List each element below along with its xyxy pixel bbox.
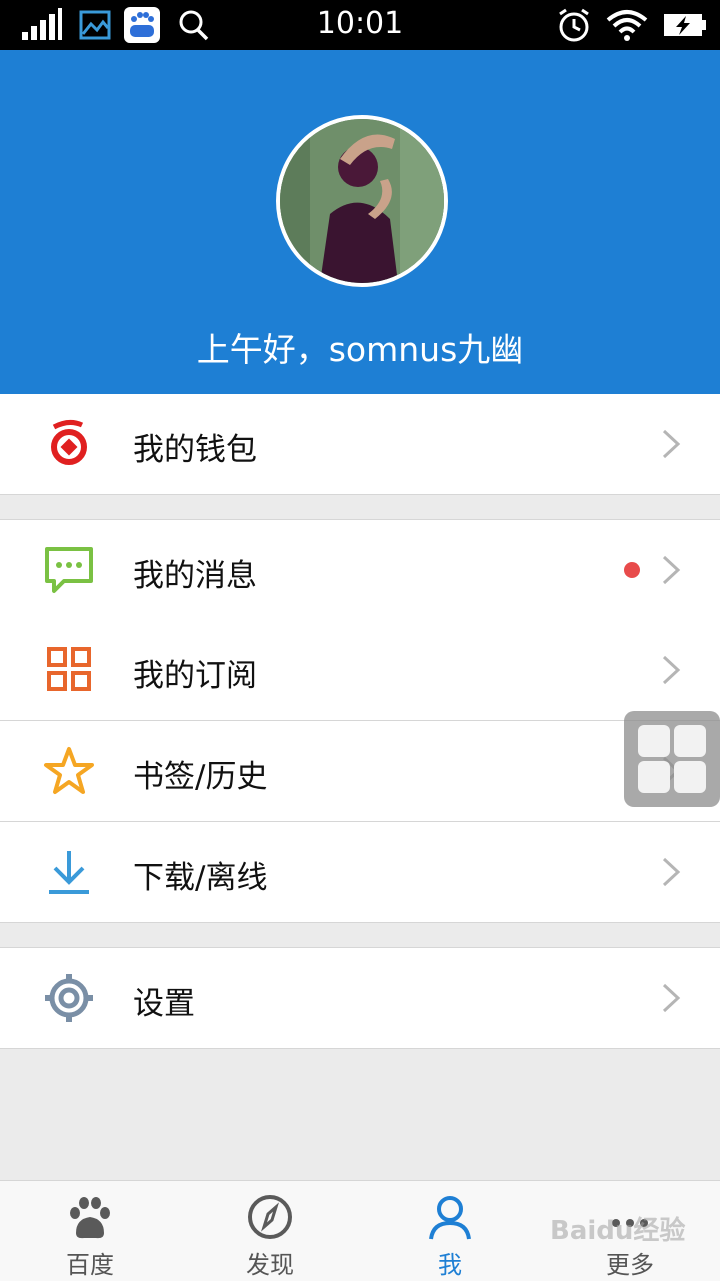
person-icon: [429, 1196, 471, 1240]
alarm-icon: [559, 8, 589, 42]
chevron-right-icon: [662, 983, 681, 1013]
menu-item-messages[interactable]: 我的消息: [0, 519, 720, 621]
chevron-right-icon: [662, 857, 681, 887]
greeting-text: 上午好，somnus九幽: [196, 330, 524, 369]
tab-label: 我: [438, 1251, 462, 1279]
floating-assistive-button[interactable]: [624, 711, 720, 807]
menu-item-downloads[interactable]: 下载/离线: [0, 822, 720, 923]
tab-discover[interactable]: 发现: [180, 1181, 360, 1281]
menu-label-wallet: 我的钱包: [133, 432, 257, 468]
new-message-dot: [624, 562, 640, 578]
watermark-logo: Baidu经验: [550, 1216, 686, 1246]
star-icon: [44, 747, 94, 794]
float-grid-cell: [638, 761, 670, 793]
menu-item-subscriptions[interactable]: 我的订阅: [0, 620, 720, 721]
gear-icon: [45, 974, 93, 1022]
battery-charging-icon: [664, 14, 706, 36]
float-grid-cell: [674, 761, 706, 793]
baidu-paw-icon: [70, 1197, 110, 1239]
chevron-right-icon: [662, 429, 681, 459]
tab-baidu[interactable]: 百度: [0, 1181, 180, 1281]
float-grid-cell: [674, 725, 706, 757]
grid-icon: [47, 647, 91, 691]
menu-label-settings: 设置: [133, 986, 195, 1022]
tab-me[interactable]: 我: [360, 1181, 540, 1281]
wallet-icon: [51, 419, 87, 465]
download-icon: [49, 851, 89, 894]
menu-item-bookmarks[interactable]: 书签/历史: [0, 721, 720, 822]
profile-header: 上午好，somnus九幽: [0, 50, 720, 394]
wifi-icon: [606, 10, 648, 41]
chevron-right-icon: [662, 655, 681, 685]
status-bar: 10:01: [0, 0, 720, 50]
compass-icon: [248, 1195, 292, 1239]
menu-label-messages: 我的消息: [133, 558, 257, 594]
menu-label-bookmarks: 书签/历史: [133, 759, 268, 795]
menu-item-wallet[interactable]: 我的钱包: [0, 394, 720, 495]
chevron-right-icon: [662, 555, 681, 585]
avatar[interactable]: [276, 115, 448, 287]
message-icon: [45, 547, 93, 593]
menu-item-settings[interactable]: 设置: [0, 947, 720, 1049]
float-grid-cell: [638, 725, 670, 757]
tab-label: 百度: [66, 1251, 114, 1279]
menu-label-subscriptions: 我的订阅: [133, 658, 257, 694]
menu-label-downloads: 下载/离线: [133, 860, 268, 896]
tab-label: 发现: [246, 1251, 294, 1279]
